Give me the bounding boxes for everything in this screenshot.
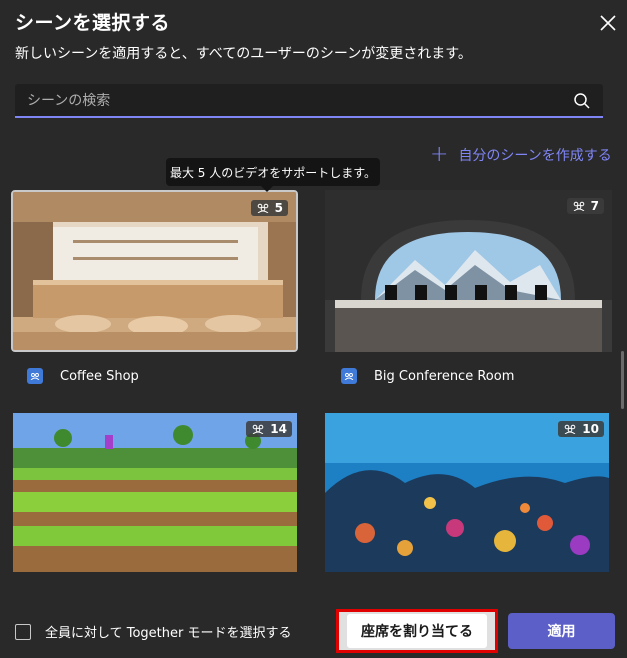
conference-room-thumbnail	[325, 190, 612, 352]
capacity-badge: 5	[250, 200, 288, 216]
people-icon	[564, 424, 576, 434]
dialog-subtitle: 新しいシーンを適用すると、すべてのユーザーのシーンが変更されます。	[15, 46, 472, 62]
scene-name: Big Conference Room	[374, 368, 515, 384]
scene-card-underwater[interactable]: 10	[325, 413, 612, 575]
scene-type-icon	[27, 368, 43, 384]
create-scene-link[interactable]: + 自分のシーンを作成する	[430, 144, 612, 166]
coffee-shop-thumbnail	[13, 192, 296, 350]
scene-card-big-conference-room[interactable]: 7	[325, 190, 612, 352]
together-mode-label: 全員に対して Together モードを選択する	[45, 626, 292, 641]
capacity-tooltip: 最大 5 人のビデオをサポートします。	[166, 158, 380, 192]
create-scene-label: 自分のシーンを作成する	[458, 148, 612, 164]
together-mode-checkbox[interactable]	[15, 623, 31, 640]
people-icon	[573, 201, 584, 211]
apply-label: 適用	[547, 624, 576, 640]
close-icon[interactable]	[597, 12, 619, 34]
people-icon	[257, 203, 268, 213]
people-icon	[252, 424, 264, 434]
scene-card-coffee-shop[interactable]: 5	[11, 190, 298, 352]
plus-icon: +	[430, 142, 449, 167]
scene-type-icon	[341, 368, 357, 384]
apply-button[interactable]: 適用	[508, 613, 615, 649]
assign-seats-label: 座席を割り当てる	[347, 614, 487, 648]
capacity-count: 5	[274, 201, 283, 215]
capacity-badge: 14	[246, 421, 292, 437]
capacity-count: 10	[582, 422, 599, 436]
scrollbar-thumb[interactable]	[621, 351, 624, 409]
scene-label-coffee-shop[interactable]: Coffee Shop	[27, 368, 139, 384]
search-input[interactable]	[25, 90, 569, 112]
scene-name: Coffee Shop	[60, 368, 139, 384]
capacity-count: 7	[590, 199, 599, 213]
together-mode-checkbox-row[interactable]: 全員に対して Together モードを選択する	[15, 622, 292, 641]
assign-seats-button[interactable]: 座席を割り当てる	[336, 609, 498, 653]
scene-label-big-conference-room[interactable]: Big Conference Room	[341, 368, 514, 384]
capacity-badge: 7	[566, 198, 604, 214]
search-icon[interactable]	[573, 92, 591, 110]
search-box	[15, 84, 603, 118]
dialog-title: シーンを選択する	[15, 12, 171, 34]
scene-card-game-world[interactable]: 14	[13, 413, 300, 575]
capacity-count: 14	[270, 422, 287, 436]
capacity-badge: 10	[558, 421, 604, 437]
